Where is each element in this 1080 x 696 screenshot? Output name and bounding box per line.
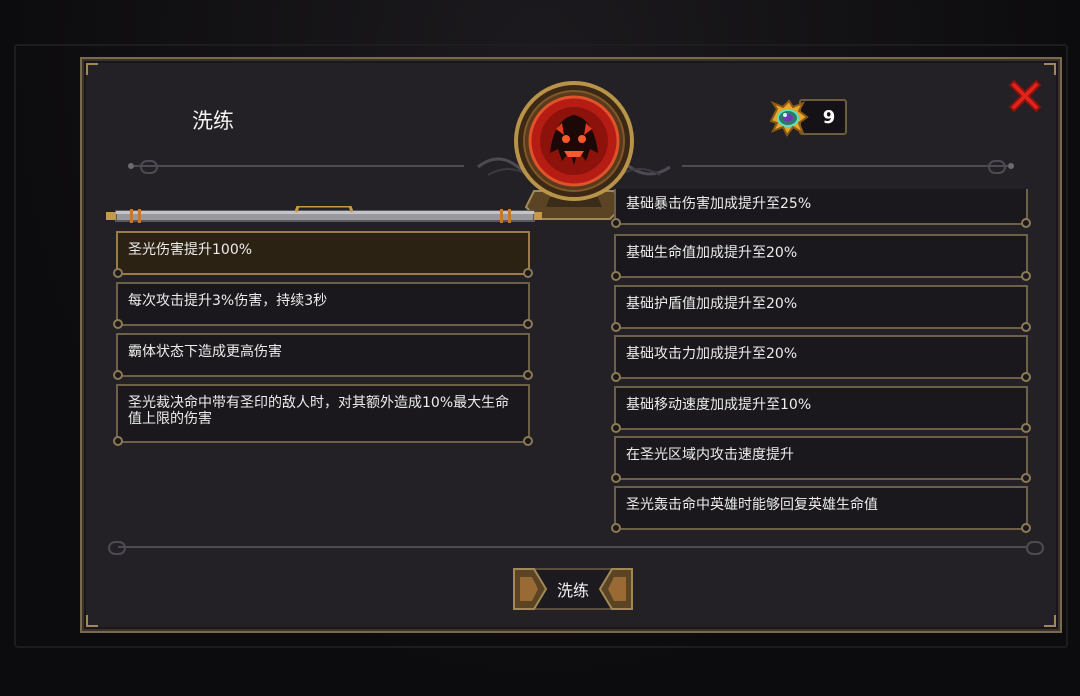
row-ornament [523,370,533,380]
effect-text: 基础移动速度加成提升至10% [626,397,812,413]
divider-ornament [140,160,158,174]
effect-row[interactable]: 基础暴击伤害加成提升至25% [611,189,1031,228]
top-divider-right [682,165,1008,167]
divider-ornament [988,160,1006,174]
row-ornament [611,218,621,228]
row-ornament [611,423,621,433]
frame-corner [86,615,98,627]
row-ornament [1021,523,1031,533]
effect-row-selected[interactable]: 圣光伤害提升100% [113,231,533,278]
effect-text: 圣光伤害提升100% [128,242,253,258]
row-ornament [523,319,533,329]
row-ornament [113,436,123,446]
row-ornament [113,370,123,380]
frame-corner [86,63,98,75]
row-ornament [1021,218,1031,228]
effect-row[interactable]: 基础攻击力加成提升至20% [611,335,1031,382]
effect-text: 基础护盾值加成提升至20% [626,296,798,312]
effect-row[interactable]: 圣光裁决命中带有圣印的敌人时，对其额外造成10%最大生命值上限的伤害 [113,384,533,446]
close-x-icon [1008,79,1042,113]
row-ornament [523,268,533,278]
row-ornament [1021,473,1031,483]
effect-row[interactable]: 霸体状态下造成更高伤害 [113,333,533,380]
row-ornament [611,523,621,533]
row-ornament [523,436,533,446]
divider-ornament [108,541,126,555]
effect-text: 在圣光区域内攻击速度提升 [626,447,794,463]
effect-text: 基础攻击力加成提升至20% [626,346,798,362]
effect-row[interactable]: 基础生命值加成提升至20% [611,234,1031,281]
effect-text: 霸体状态下造成更高伤害 [128,344,282,360]
effect-row[interactable]: 在圣光区域内攻击速度提升 [611,436,1031,483]
row-ornament [1021,271,1031,281]
frame-corner [1044,63,1056,75]
top-divider-left [134,165,464,167]
divider-ornament [1026,541,1044,555]
row-ornament [611,473,621,483]
close-button[interactable] [1006,77,1044,115]
spirit-orb-gem-icon [769,99,809,137]
refine-dialog: 洗练 9 圣光伤害提升100% 每次攻击提升3%伤害，持续3秒 霸体状态下造成更… [80,57,1062,633]
effect-row[interactable]: 每次攻击提升3%伤害，持续3秒 [113,282,533,329]
game-screen: 洗练 9 圣光伤害提升100% 每次攻击提升3%伤害，持续3秒 霸体状态下造成更… [0,0,1080,696]
row-ornament [113,319,123,329]
divider-ornament [128,163,134,169]
effect-row[interactable]: 基础移动速度加成提升至10% [611,386,1031,433]
effect-row[interactable]: 圣光轰击命中英雄时能够回复英雄生命值 [611,486,1031,533]
frame-corner [1044,615,1056,627]
dialog-title: 洗练 [192,109,234,133]
divider-ornament [1008,163,1014,169]
effect-text: 基础暴击伤害加成提升至25% [626,196,812,212]
bottom-divider [118,546,1026,548]
row-ornament [113,268,123,278]
refine-button-label: 洗练 [556,581,589,600]
effect-text: 圣光裁决命中带有圣印的敌人时，对其额外造成10%最大生命值上限的伤害 [128,395,510,427]
row-ornament [611,271,621,281]
effect-text: 基础生命值加成提升至20% [626,245,798,261]
effect-text: 每次攻击提升3%伤害，持续3秒 [128,293,328,309]
row-ornament [1021,372,1031,382]
effect-row[interactable]: 基础护盾值加成提升至20% [611,285,1031,332]
row-ornament [611,322,621,332]
refine-stone-counter: 9 [767,97,851,139]
row-ornament [1021,423,1031,433]
row-ornament [611,372,621,382]
row-ornament [1021,322,1031,332]
effect-text: 圣光轰击命中英雄时能够回复英雄生命值 [626,497,878,513]
scroll-rod [106,206,542,223]
refine-button[interactable]: 洗练 [510,561,636,617]
